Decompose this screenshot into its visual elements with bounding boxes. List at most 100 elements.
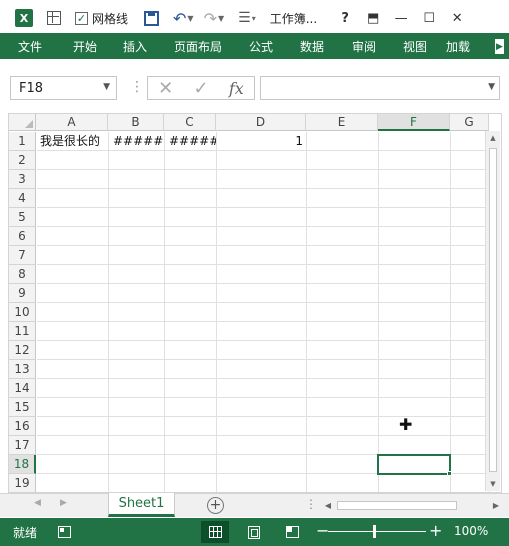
horizontal-scrollbar[interactable]: ◀ ▶ <box>322 498 502 513</box>
grid-row-line <box>37 397 489 398</box>
tab-review[interactable]: 审阅 <box>338 33 390 59</box>
gridlines-checkbox[interactable]: ✓ <box>75 11 88 25</box>
column-header-b[interactable]: B <box>108 114 164 131</box>
customize-dropdown-icon[interactable]: ▾ <box>252 14 256 23</box>
undo-dropdown-icon[interactable]: ▼ <box>187 14 193 23</box>
row-header-4[interactable]: 4 <box>9 189 36 208</box>
page-break-view-button[interactable] <box>278 521 306 543</box>
scroll-right-icon[interactable]: ▶ <box>490 498 502 513</box>
close-icon[interactable]: ✕ <box>443 11 471 26</box>
zoom-slider-thumb[interactable] <box>373 525 376 538</box>
zoom-in-icon[interactable]: + <box>429 521 442 540</box>
row-header-8[interactable]: 8 <box>9 265 36 284</box>
row-header-1[interactable]: 1 <box>9 132 36 151</box>
insert-function-button[interactable]: fx <box>219 79 254 98</box>
minimize-icon[interactable]: — <box>387 11 415 26</box>
status-bar: 就绪 − + 100% <box>0 518 509 546</box>
row-header-11[interactable]: 11 <box>9 322 36 341</box>
normal-view-button[interactable] <box>201 521 229 543</box>
tab-formulas[interactable]: 公式 <box>236 33 286 59</box>
tab-view[interactable]: 视图 <box>390 33 440 59</box>
row-header-19[interactable]: 19 <box>9 474 36 492</box>
cell-c1[interactable]: ##### <box>165 132 216 151</box>
grid-column-line <box>216 132 217 492</box>
vertical-scroll-thumb[interactable] <box>489 148 497 472</box>
ribbon-display-options-icon[interactable]: ⬒ <box>359 11 387 26</box>
tab-split-grip-icon[interactable]: ⋮ <box>305 497 317 511</box>
row-header-7[interactable]: 7 <box>9 246 36 265</box>
normal-view-icon <box>208 526 222 538</box>
column-header-d[interactable]: D <box>216 114 306 131</box>
grid-row-line <box>37 321 489 322</box>
active-cell-border <box>377 454 451 475</box>
scroll-left-icon[interactable]: ◀ <box>322 498 334 513</box>
redo-icon[interactable]: ↷ <box>204 9 217 28</box>
grid-row-line <box>37 226 489 227</box>
save-icon[interactable] <box>144 10 160 26</box>
row-header-10[interactable]: 10 <box>9 303 36 322</box>
tab-data[interactable]: 数据 <box>286 33 338 59</box>
redo-dropdown-icon[interactable]: ▼ <box>218 14 224 23</box>
formula-bar-grip-icon[interactable]: ⋮ <box>130 79 144 95</box>
row-header-9[interactable]: 9 <box>9 284 36 303</box>
column-header-a[interactable]: A <box>36 114 108 131</box>
page-layout-view-button[interactable] <box>240 521 268 543</box>
formula-input[interactable]: ▼ <box>260 76 500 100</box>
row-header-17[interactable]: 17 <box>9 436 36 455</box>
column-header-f[interactable]: F <box>378 114 450 131</box>
row-header-13[interactable]: 13 <box>9 360 36 379</box>
add-sheet-icon[interactable]: + <box>207 497 224 514</box>
horizontal-scroll-thumb[interactable] <box>337 501 457 510</box>
tab-home[interactable]: 开始 <box>60 33 110 59</box>
help-icon[interactable]: ? <box>331 11 359 26</box>
row-header-3[interactable]: 3 <box>9 170 36 189</box>
tab-page-layout[interactable]: 页面布局 <box>160 33 236 59</box>
row-header-15[interactable]: 15 <box>9 398 36 417</box>
fill-handle[interactable] <box>447 471 452 476</box>
maximize-icon[interactable]: ☐ <box>415 11 443 26</box>
spreadsheet-grid[interactable]: A B C D E F G 1 2 3 4 5 6 7 8 9 10 11 12 13 14 15 16 17 18 19 我是很长… <box>8 113 502 493</box>
formula-buttons: ✕ ✓ fx <box>147 76 255 100</box>
expand-formula-bar-icon[interactable]: ▼ <box>488 82 495 92</box>
zoom-slider[interactable] <box>328 531 426 532</box>
table-grid-icon[interactable] <box>47 11 61 25</box>
undo-icon[interactable]: ↶ <box>173 9 186 28</box>
tab-addins[interactable]: 加载 <box>446 33 470 59</box>
cell-a1[interactable]: 我是很长的 <box>37 132 108 151</box>
row-header-16[interactable]: 16 <box>9 417 36 436</box>
name-box[interactable]: F18 ▼ <box>10 76 117 100</box>
tab-file[interactable]: 文件 <box>0 33 60 59</box>
row-header-18[interactable]: 18 <box>9 455 36 474</box>
grid-column-line <box>378 132 379 492</box>
macro-record-icon[interactable] <box>58 526 71 538</box>
column-header-e[interactable]: E <box>306 114 378 131</box>
excel-icon[interactable]: X <box>15 9 33 27</box>
row-header-6[interactable]: 6 <box>9 227 36 246</box>
sheet-tab-sheet1[interactable]: Sheet1 <box>108 493 175 517</box>
sheet-prev-icon[interactable]: ◀ <box>34 498 41 508</box>
row-header-14[interactable]: 14 <box>9 379 36 398</box>
scroll-up-icon[interactable]: ▲ <box>486 131 500 145</box>
gridlines-label: 网格线 <box>92 11 129 26</box>
sheet-next-icon[interactable]: ▶ <box>60 498 67 508</box>
grid-row-line <box>37 416 489 417</box>
row-header-2[interactable]: 2 <box>9 151 36 170</box>
enter-check-icon[interactable]: ✓ <box>183 78 218 99</box>
cell-b1[interactable]: ##### <box>109 132 164 151</box>
row-header-5[interactable]: 5 <box>9 208 36 227</box>
column-header-g[interactable]: G <box>450 114 489 131</box>
row-header-12[interactable]: 12 <box>9 341 36 360</box>
cell-d1[interactable]: 1 <box>217 132 306 151</box>
vertical-scrollbar[interactable]: ▲ ▼ <box>485 131 500 491</box>
cancel-icon[interactable]: ✕ <box>148 78 183 99</box>
scroll-down-icon[interactable]: ▼ <box>486 477 500 491</box>
ribbon-scroll-right-icon[interactable]: ▶ <box>495 39 504 54</box>
customize-quick-access-icon[interactable]: ☰ <box>238 10 251 26</box>
select-all-corner[interactable] <box>9 114 36 131</box>
zoom-level[interactable]: 100% <box>454 524 488 538</box>
column-header-c[interactable]: C <box>164 114 216 131</box>
name-box-dropdown-icon[interactable]: ▼ <box>103 82 110 92</box>
grid-column-line <box>164 132 165 492</box>
grid-row-line <box>37 188 489 189</box>
tab-insert[interactable]: 插入 <box>110 33 160 59</box>
